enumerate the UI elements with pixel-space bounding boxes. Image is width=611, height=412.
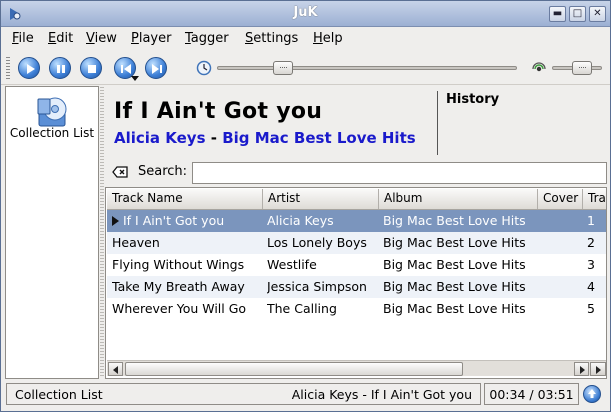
scrollbar-thumb[interactable] [125,362,463,376]
juk-window: JuK ▬ □ ✕ File Edit View Player Tagger S… [0,0,611,412]
pause-icon [57,65,65,73]
track-name-cell: Wherever You Will Go [112,301,247,316]
column-artist[interactable]: Artist [263,189,379,209]
volume-slider-handle[interactable] [571,61,592,75]
album-cell: Big Mac Best Love Hits [383,213,526,228]
artist-cell: Westlife [267,257,317,272]
status-bar: Collection List Alicia Keys - If I Ain't… [1,381,610,411]
status-playlist-name: Collection List [15,387,103,402]
maximize-button[interactable]: □ [569,6,586,22]
stop-icon [88,65,96,73]
position-slider-handle[interactable] [273,61,293,75]
artist-cell: Alicia Keys [267,213,334,228]
volume-icon [532,62,546,72]
play-icon [27,64,35,74]
skip-forward-icon [152,64,162,74]
artist-cell: Los Lonely Boys [267,235,367,250]
now-playing-artist-link[interactable]: Alicia Keys [114,129,206,147]
player-toolbar [1,51,610,85]
menu-bar: File Edit View Player Tagger Settings He… [1,28,610,50]
window-title: JuK [293,5,318,20]
playlist-sidebar: Collection List [5,86,99,379]
status-message-area: Collection List Alicia Keys - If I Ain't… [6,383,481,405]
track-number-cell: 4 [587,279,595,294]
now-playing-marker-icon [112,216,119,226]
track-name-cell: Flying Without Wings [112,257,245,272]
column-album[interactable]: Album [379,189,538,209]
track-name-cell: Heaven [112,235,160,250]
menu-edit[interactable]: Edit [48,31,73,46]
track-name-cell: If I Ain't Got you [123,213,225,228]
previous-dropdown-arrow-icon[interactable] [131,76,139,82]
table-row[interactable]: If I Ain't Got you Alicia Keys Big Mac B… [107,210,606,232]
track-number-cell: 1 [587,213,595,228]
toolbar-grip[interactable] [6,57,10,79]
history-divider [437,91,438,155]
sidebar-splitter[interactable] [100,87,104,378]
table-row[interactable]: Flying Without Wings Westlife Big Mac Be… [107,254,606,276]
play-button[interactable] [18,57,40,79]
scroll-left-button[interactable] [108,362,123,376]
track-list: Track Name Artist Album Cover Track If I… [105,187,607,379]
track-number-cell: 3 [587,257,595,272]
search-label: Search: [138,164,188,179]
track-list-header: Track Name Artist Album Cover Track [107,189,606,210]
table-row[interactable]: Wherever You Will Go The Calling Big Mac… [107,298,606,320]
collection-list-label: Collection List [9,126,95,140]
menu-tagger[interactable]: Tagger [185,31,229,46]
now-playing-separator: - [210,129,217,147]
skip-back-icon [121,64,131,74]
album-cell: Big Mac Best Love Hits [383,257,526,272]
clear-search-icon[interactable] [112,166,128,178]
column-cover[interactable]: Cover [538,189,583,209]
artist-cell: The Calling [267,301,337,316]
now-playing-album-link[interactable]: Big Mac Best Love Hits [222,129,415,147]
album-cell: Big Mac Best Love Hits [383,301,526,316]
status-time: 00:34 / 03:51 [484,383,579,405]
table-row[interactable]: Heaven Los Lonely Boys Big Mac Best Love… [107,232,606,254]
next-track-button[interactable] [145,57,167,79]
minimize-button[interactable]: ▬ [549,6,566,22]
track-name-cell: Take My Breath Away [112,279,245,294]
album-cell: Big Mac Best Love Hits [383,279,526,294]
table-row[interactable]: Take My Breath Away Jessica Simpson Big … [107,276,606,298]
menu-player[interactable]: Player [131,31,171,46]
close-button[interactable]: ✕ [589,6,606,22]
title-bar[interactable]: JuK ▬ □ ✕ [1,1,610,27]
menu-file[interactable]: File [12,31,34,46]
pause-button[interactable] [49,57,71,79]
jump-to-playing-button[interactable] [583,385,601,403]
position-slider[interactable] [217,66,517,70]
collection-list-icon [37,97,67,127]
track-number-cell: 2 [587,235,595,250]
album-cell: Big Mac Best Love Hits [383,235,526,250]
scroll-right-end-button[interactable] [590,362,606,376]
now-playing-title: If I Ain't Got you [114,99,323,124]
clock-icon [196,60,212,76]
now-playing-subtitle: Alicia Keys - Big Mac Best Love Hits [114,129,416,147]
menu-help[interactable]: Help [313,31,343,46]
column-track-name[interactable]: Track Name [107,189,263,209]
horizontal-scrollbar[interactable] [107,360,606,376]
jump-to-playing-icon [588,389,596,398]
scroll-right-button[interactable] [574,362,589,376]
status-now-playing[interactable]: Alicia Keys - If I Ain't Got you [292,387,472,402]
history-label: History [446,92,500,107]
menu-settings[interactable]: Settings [245,31,298,46]
search-input[interactable] [192,162,607,184]
stop-button[interactable] [80,57,102,79]
column-track[interactable]: Track [583,189,606,209]
artist-cell: Jessica Simpson [267,279,367,294]
menu-view[interactable]: View [86,31,117,46]
track-number-cell: 5 [587,301,595,316]
now-playing-panel: If I Ain't Got you Alicia Keys - Big Mac… [105,87,439,157]
